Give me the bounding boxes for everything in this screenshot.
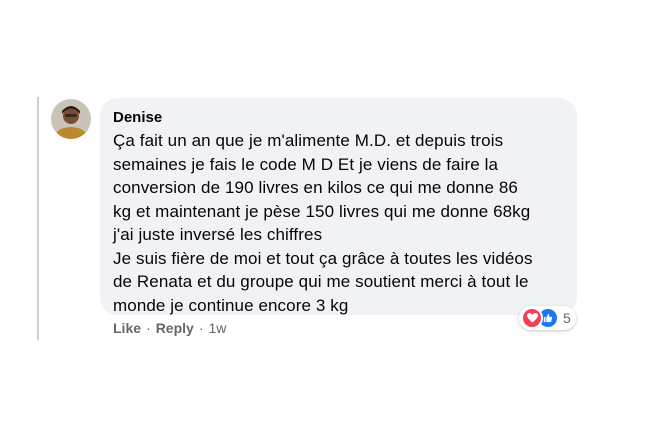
comment-timestamp[interactable]: 1w — [208, 318, 226, 338]
avatar[interactable] — [51, 99, 91, 139]
thread-line — [37, 97, 39, 340]
comment-author[interactable]: Denise — [113, 108, 563, 128]
comment-line: Ça fait un an que je m'alimente M.D. et … — [113, 131, 504, 150]
like-button[interactable]: Like — [113, 318, 141, 338]
reply-button[interactable]: Reply — [156, 318, 194, 338]
comment-line: Je suis fière de moi et tout ça grâce à … — [113, 248, 533, 268]
love-icon — [521, 307, 543, 329]
avatar-image — [51, 99, 91, 139]
comment-line: monde je continue encore 3 kg — [113, 295, 349, 315]
comment-line: j'ai juste inversé les chiffres — [113, 225, 323, 244]
comment-actions: Like · Reply · 1w — [113, 318, 226, 338]
reactions-summary[interactable]: 5 — [519, 306, 576, 330]
separator: · — [146, 320, 151, 336]
comment-bubble: Denise Ça fait un an que je m'alimente M… — [100, 98, 577, 315]
comment-line: kg et maintenant je pèse 150 livres qui … — [113, 201, 531, 221]
comment-body: Ça fait un an que je m'alimente M.D. et … — [113, 129, 563, 317]
comment-line: semaines je fais le code M D Et je viens… — [113, 154, 499, 174]
separator: · — [198, 320, 204, 336]
comment-line: de Renata et du groupe qui me soutient m… — [113, 272, 529, 291]
reaction-count: 5 — [563, 310, 571, 326]
comment-line: conversion de 190 livres en kilos ce qui… — [113, 178, 518, 197]
